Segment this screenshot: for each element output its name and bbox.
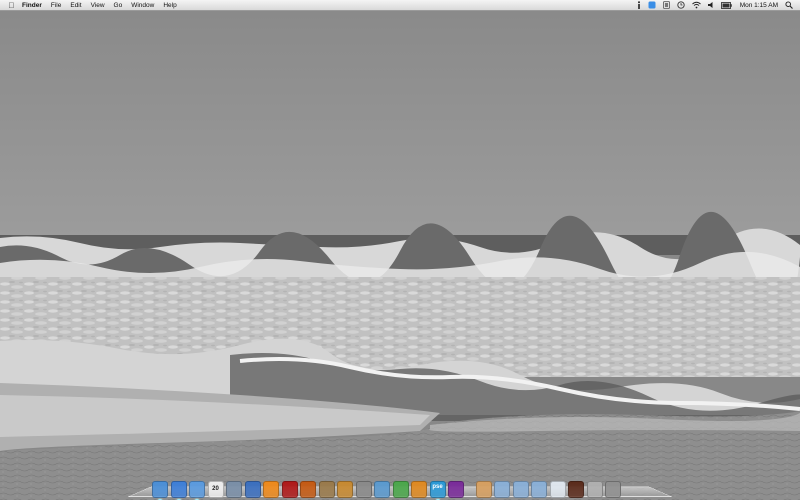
dock-icon-system-preferences[interactable] xyxy=(355,481,372,498)
dock-icon-preview[interactable] xyxy=(318,481,335,498)
dock-icon-stack-document[interactable] xyxy=(549,481,566,498)
dock-icon-vlc[interactable] xyxy=(263,481,279,498)
dock-icon-home-folder[interactable] xyxy=(475,481,492,498)
dock-icon-garageband[interactable] xyxy=(337,481,353,498)
dock-icon-mail[interactable] xyxy=(374,481,390,498)
dock-icon-itunes[interactable] xyxy=(244,481,261,498)
dock-icon-downloads-folder[interactable] xyxy=(531,481,547,498)
dock-icon-pse[interactable]: pse xyxy=(429,481,446,500)
apple-logo-icon[interactable]:  xyxy=(7,0,16,11)
dock-icon-safari[interactable] xyxy=(170,481,187,500)
spotlight-search-icon[interactable] xyxy=(785,0,793,11)
desktop-wallpaper xyxy=(0,11,800,500)
dock-icon-stack-image[interactable] xyxy=(568,481,584,498)
menu-edit[interactable]: Edit xyxy=(70,0,81,11)
dock-icon-label: pse xyxy=(432,484,443,490)
dock-icon-ichat[interactable] xyxy=(189,481,205,500)
dock-icon-label: 20 xyxy=(212,486,219,492)
dock-icon-textwrangler[interactable] xyxy=(411,481,427,498)
battery-icon[interactable] xyxy=(720,0,732,11)
dock-icon-ical[interactable]: 20 xyxy=(207,481,224,498)
menu-help[interactable]: Help xyxy=(163,0,176,11)
menu-go[interactable]: Go xyxy=(114,0,123,11)
info-icon[interactable] xyxy=(637,0,641,11)
dock-icon-dashcode[interactable] xyxy=(392,481,409,498)
menu-bar:  Finder File Edit View Go Window Help M… xyxy=(0,0,800,11)
dock-icon-applications-folder[interactable] xyxy=(494,481,510,498)
dropbox-icon[interactable] xyxy=(648,0,656,11)
dock-icon-documents-folder[interactable] xyxy=(512,481,529,498)
wifi-icon[interactable] xyxy=(691,0,701,11)
time-machine-icon[interactable] xyxy=(677,0,685,11)
dock-icon-trash[interactable] xyxy=(605,481,621,498)
dock-icon-photoshop-elements[interactable] xyxy=(300,481,316,498)
dock-icon-dvd-player[interactable] xyxy=(448,481,464,498)
menu-app-finder[interactable]: Finder xyxy=(22,0,42,11)
dock: 20 pse xyxy=(152,470,624,500)
volume-icon[interactable] xyxy=(707,0,714,11)
dock-icon-stack-misc[interactable] xyxy=(586,481,603,498)
battery-monitor-icon[interactable] xyxy=(662,0,670,11)
dock-icon-iphoto[interactable] xyxy=(226,481,242,498)
menu-window[interactable]: Window xyxy=(131,0,154,11)
menu-view[interactable]: View xyxy=(91,0,105,11)
menu-clock[interactable]: Mon 1:15 AM xyxy=(740,2,778,9)
menu-extras: Mon 1:15 AM xyxy=(630,0,800,11)
dock-icon-photo-booth[interactable] xyxy=(281,481,298,498)
dock-icon-finder[interactable] xyxy=(152,481,168,500)
menu-file[interactable]: File xyxy=(51,0,61,11)
dock-separator xyxy=(470,481,473,498)
